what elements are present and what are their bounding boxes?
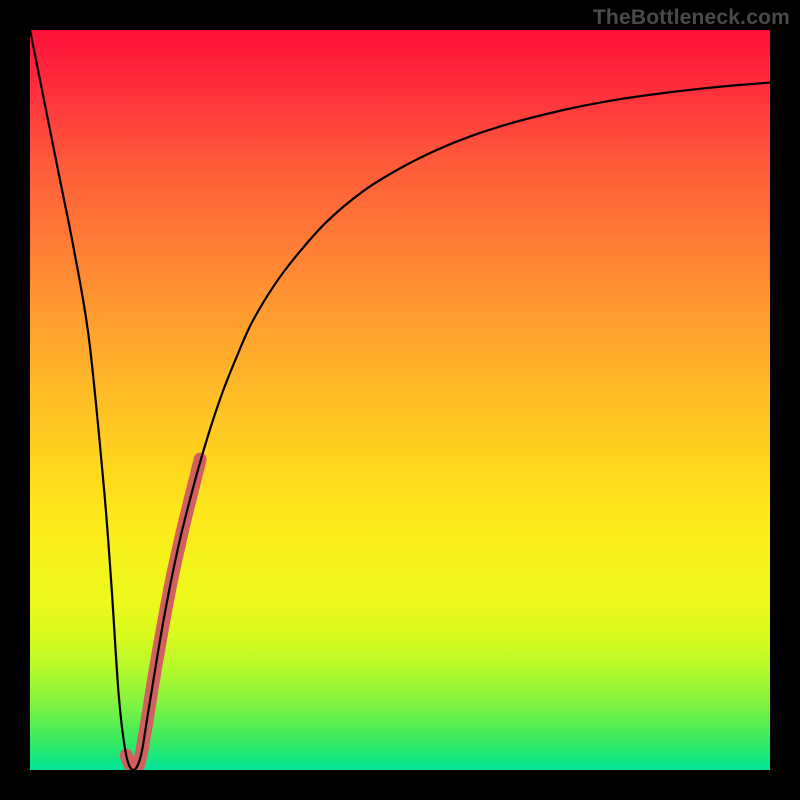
chart-frame: TheBottleneck.com bbox=[0, 0, 800, 800]
plot-area bbox=[30, 30, 770, 770]
watermark-text: TheBottleneck.com bbox=[593, 6, 790, 30]
bottleneck-curve bbox=[30, 30, 770, 770]
curve-svg bbox=[30, 30, 770, 770]
